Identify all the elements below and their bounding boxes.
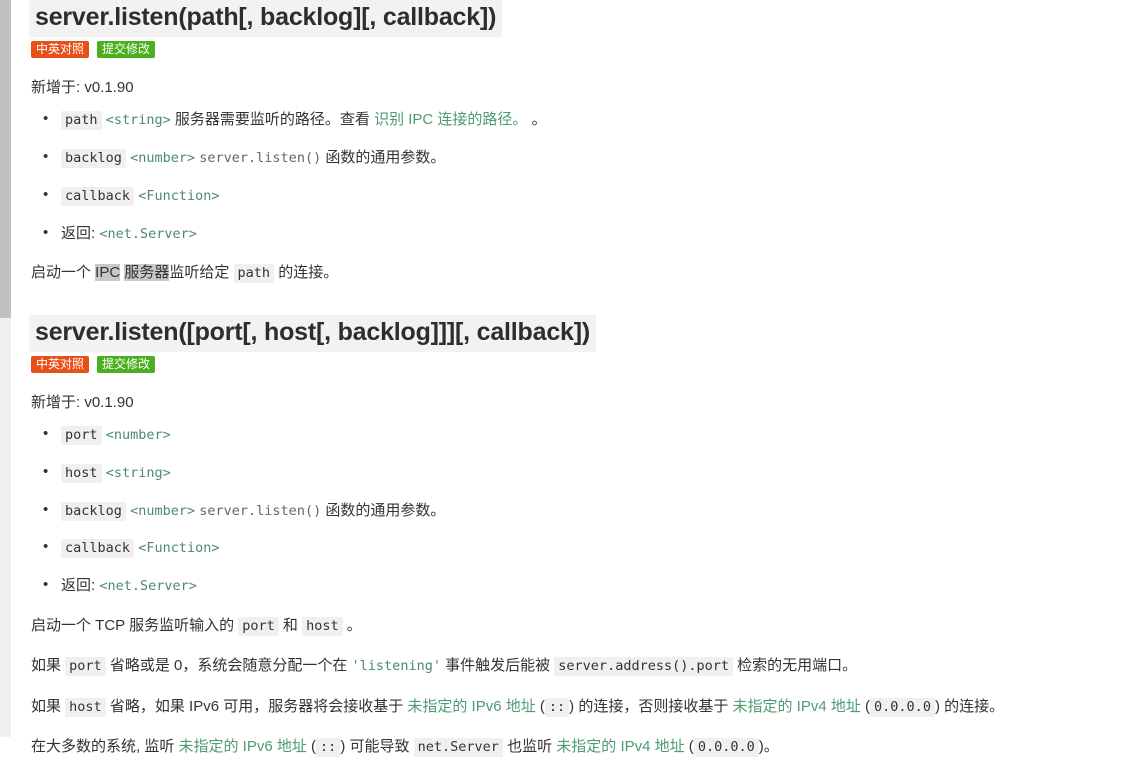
- type-link-net-server-2[interactable]: <net.Server>: [99, 578, 197, 594]
- returns-label-2: 返回:: [61, 577, 96, 594]
- paragraph-port-omitted: 如果 port 省略或是 0，系统会随意分配一个在 'listening' 事件…: [31, 655, 1124, 678]
- param-name-host: host: [61, 463, 102, 483]
- badge-row-1: 中英对照 提交修改: [31, 41, 1124, 59]
- p3-t3: (: [535, 697, 545, 715]
- list-item-param-backlog-2: backlog <number> server.listen() 函数的通用参数…: [43, 499, 1124, 522]
- type-link-function-2[interactable]: <Function>: [138, 540, 219, 556]
- scrollbar-track[interactable]: [0, 0, 11, 737]
- param-name-callback-2: callback: [61, 539, 135, 559]
- p2-t4: 检索的无用端口。: [732, 657, 858, 675]
- unspecified-ipv4-link-2[interactable]: 未指定的 IPv4 地址: [556, 738, 684, 755]
- type-link-number-port[interactable]: <number>: [106, 427, 171, 443]
- code-path-inline: path: [233, 264, 275, 284]
- param-name-backlog: backlog: [61, 149, 126, 168]
- p3-t6: ) 的连接。: [934, 697, 1005, 715]
- p2-t1: 如果: [31, 657, 66, 675]
- param-name-backlog-2: backlog: [61, 501, 126, 521]
- list-item-param-host: host <string>: [43, 461, 1124, 484]
- text-mid: 监听给定: [169, 264, 234, 282]
- p4-t6: )。: [758, 738, 779, 756]
- p2-t2: 省略或是 0，系统会随意分配一个在: [105, 657, 352, 675]
- code-host-1: host: [302, 616, 343, 636]
- p3-t1: 如果: [31, 697, 66, 715]
- p3-t5: (: [860, 697, 871, 715]
- list-item-returns: 返回: <net.Server>: [43, 222, 1124, 245]
- scrollbar-thumb[interactable]: [0, 0, 11, 318]
- submit-change-badge-2[interactable]: 提交修改: [97, 356, 156, 373]
- ipc-path-link[interactable]: 识别 IPC 连接的路径。: [374, 111, 527, 128]
- type-link-string[interactable]: <string>: [106, 112, 171, 128]
- param-list-1: path <string> 服务器需要监听的路径。查看 识别 IPC 连接的路径…: [29, 108, 1124, 245]
- page-title-listen-path: server.listen(path[, backlog][, callback…: [29, 0, 503, 38]
- added-in-label-2: 新增于: v0.1.90: [31, 394, 134, 411]
- p3-t2: 省略，如果 IPv6 可用，服务器将会接收基于: [105, 697, 408, 715]
- added-in-label-1: 新增于: v0.1.90: [31, 79, 134, 97]
- list-item-param-port: port <number>: [43, 423, 1124, 446]
- paragraph-tcp-intro: 启动一个 TCP 服务监听输入的 port 和 host 。: [31, 615, 1124, 638]
- list-item-param-path: path <string> 服务器需要监听的路径。查看 识别 IPC 连接的路径…: [43, 108, 1124, 131]
- list-item-param-backlog: backlog <number> server.listen() 函数的通用参数…: [43, 146, 1124, 169]
- highlight-ipc: IPC: [95, 264, 121, 282]
- documentation-content: server.listen(path[, backlog][, callback…: [11, 0, 1124, 758]
- param-name-callback: callback: [61, 186, 135, 206]
- type-link-number-backlog[interactable]: <number>: [130, 503, 195, 519]
- code-port-2: port: [65, 657, 106, 677]
- api-section-listen-path: server.listen(path[, backlog][, callback…: [29, 0, 1124, 38]
- string-literal-listening: 'listening': [351, 658, 441, 675]
- p3-t4: ) 的连接，否则接收基于: [569, 697, 733, 715]
- code-ipv6-any-1: ::: [544, 697, 570, 717]
- param-desc-backlog-2: 函数的通用参数。: [321, 501, 446, 519]
- p4-t4: 也监听: [502, 738, 557, 756]
- list-item-param-callback-2: callback <Function>: [43, 536, 1124, 559]
- bilingual-badge[interactable]: 中英对照: [31, 41, 90, 59]
- param-name-port: port: [61, 426, 102, 445]
- unspecified-ipv6-link-1[interactable]: 未指定的 IPv6 地址: [407, 698, 535, 715]
- paragraph-dual-stack: 在大多数的系统, 监听 未指定的 IPv6 地址 (::) 可能导致 net.S…: [31, 736, 1124, 759]
- param-desc-backlog: 函数的通用参数。: [321, 149, 446, 166]
- p4-t1: 在大多数的系统, 监听: [31, 738, 179, 756]
- code-ipv6-any-2: ::: [316, 738, 341, 758]
- p4-t2: (: [306, 738, 317, 756]
- code-ipv4-any-2: 0.0.0.0: [693, 738, 759, 758]
- param-list-2: port <number> host <string> backlog <num…: [29, 423, 1124, 597]
- code-net-server: net.Server: [413, 738, 503, 758]
- text-end: 的连接。: [274, 264, 339, 282]
- badge-row-2: 中英对照 提交修改: [31, 356, 1124, 373]
- type-link-number[interactable]: <number>: [130, 150, 195, 166]
- type-link-function[interactable]: <Function>: [138, 188, 219, 204]
- type-link-net-server[interactable]: <net.Server>: [99, 226, 197, 242]
- type-link-string-host[interactable]: <string>: [106, 465, 171, 481]
- list-item-param-callback: callback <Function>: [43, 184, 1124, 207]
- code-ipv4-any-1: 0.0.0.0: [870, 697, 935, 717]
- list-item-returns-2: 返回: <net.Server>: [43, 574, 1124, 597]
- p1-t3: 。: [342, 616, 362, 634]
- param-desc-path-pre: 服务器需要监听的路径。查看: [174, 111, 375, 129]
- bilingual-badge-2[interactable]: 中英对照: [31, 356, 90, 373]
- unspecified-ipv4-link-1[interactable]: 未指定的 IPv4 地址: [733, 698, 861, 715]
- returns-label: 返回:: [61, 224, 96, 242]
- api-section-listen-port: server.listen([port[, host[, backlog]]][…: [29, 314, 1124, 759]
- submit-change-badge[interactable]: 提交修改: [97, 41, 156, 59]
- code-ref-server-listen-2: server.listen(): [199, 502, 322, 519]
- highlight-server: 服务器: [124, 264, 170, 282]
- p2-t3: 事件触发后能被: [440, 657, 555, 675]
- code-host-2: host: [65, 697, 106, 717]
- code-server-address-port: server.address().port: [554, 657, 733, 677]
- code-ref-server-listen: server.listen(): [199, 150, 322, 166]
- param-desc-path-post: 。: [527, 111, 547, 129]
- page-title-listen-port: server.listen([port[, host[, backlog]]][…: [29, 314, 596, 352]
- paragraph-ipc-intro: 启动一个 IPC 服务器监听给定 path 的连接。: [31, 262, 1124, 285]
- p1-t2: 和: [278, 616, 303, 634]
- param-name-path: path: [61, 111, 102, 131]
- p4-t5: (: [684, 738, 694, 756]
- paragraph-host-omitted: 如果 host 省略，如果 IPv6 可用，服务器将会接收基于 未指定的 IPv…: [31, 696, 1124, 719]
- unspecified-ipv6-link-2[interactable]: 未指定的 IPv6 地址: [179, 738, 307, 755]
- p4-t3: ) 可能导致: [340, 738, 414, 756]
- code-port-1: port: [238, 616, 279, 636]
- p1-t1: 启动一个 TCP 服务监听输入的: [31, 616, 239, 634]
- text-start: 启动一个: [31, 264, 96, 282]
